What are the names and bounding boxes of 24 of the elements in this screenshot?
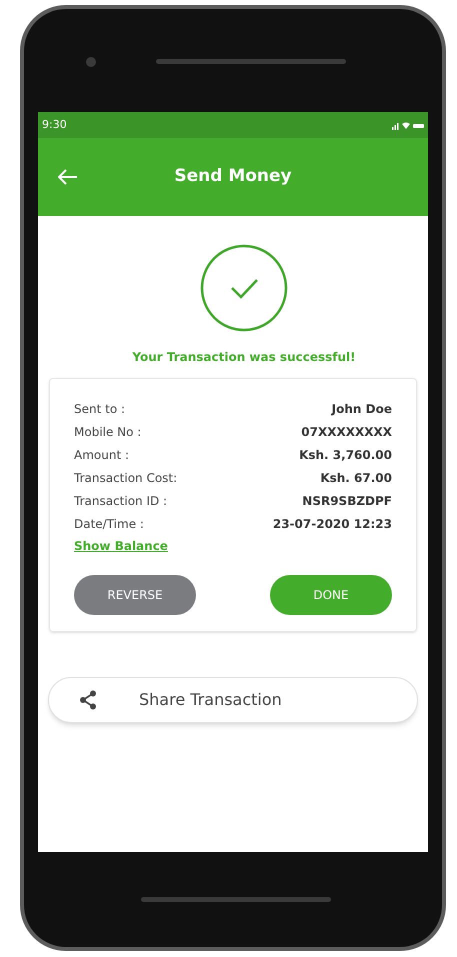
app-bar-title: Send Money [173, 165, 293, 188]
detail-label: Transaction ID : [74, 492, 168, 510]
status-icons [392, 120, 424, 130]
detail-label: Transaction Cost: [74, 470, 178, 486]
detail-value: John Doe [332, 400, 392, 418]
show-balance-link[interactable]: Show Balance [74, 537, 168, 555]
action-button[interactable]: DONE [270, 575, 392, 615]
detail-value: Ksh. 67.00 [320, 470, 392, 486]
success-check-icon [200, 244, 288, 332]
camera-icon [86, 56, 96, 66]
success-message: Your Transaction was successful! [132, 349, 356, 366]
detail-label: Sent to : [74, 400, 126, 418]
detail-value: 23-07-2020 12:23 [272, 516, 392, 532]
detail-label: Mobile No : [74, 424, 142, 440]
share-transaction-button[interactable]: Share Transaction [48, 677, 418, 723]
back-arrow-icon[interactable] [58, 169, 78, 185]
action-button[interactable]: REVERSE [74, 575, 196, 615]
detail-value: Ksh. 3,760.00 [299, 446, 392, 464]
detail-label: Amount : [74, 446, 130, 464]
status-time: 9:30 [42, 116, 67, 133]
detail-value: 07XXXXXXXX [301, 424, 392, 440]
detail-value: NSR9SBZDPF [302, 492, 392, 510]
share-icon [79, 690, 97, 710]
detail-label: Date/Time : [74, 516, 144, 532]
